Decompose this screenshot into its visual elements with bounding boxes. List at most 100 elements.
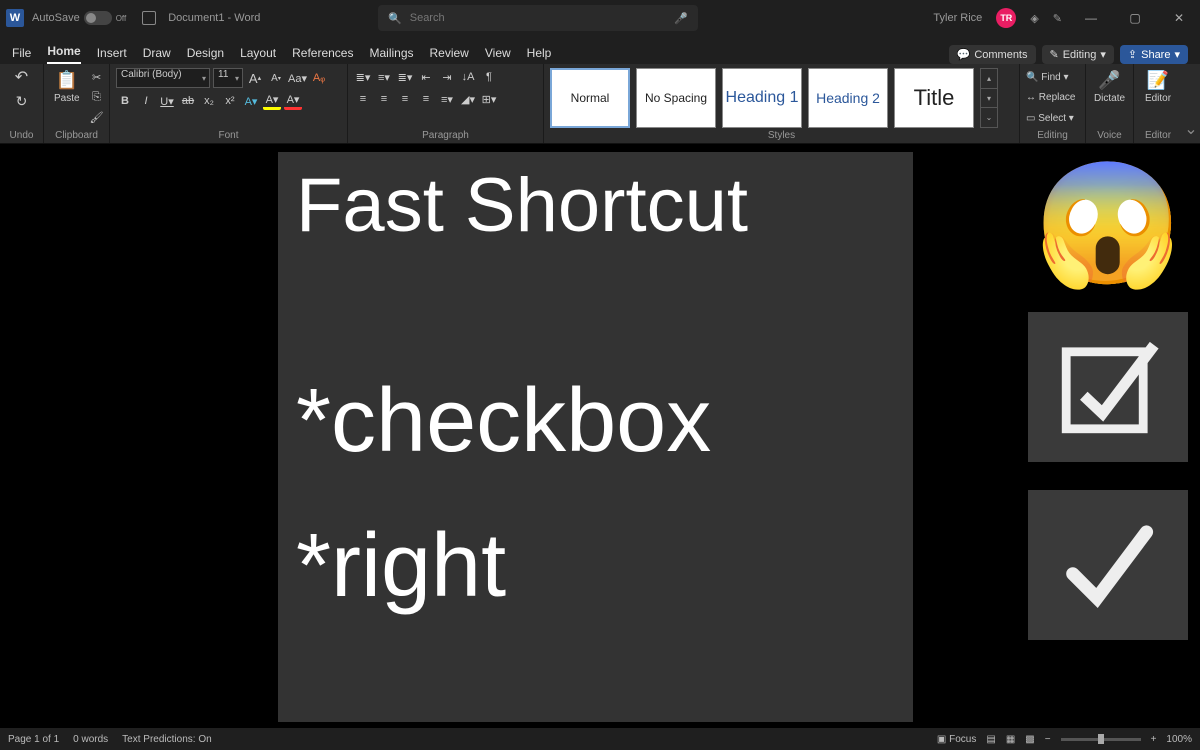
tab-references[interactable]: References: [292, 46, 353, 64]
undo-button[interactable]: ↶: [13, 68, 31, 86]
autosave-toggle[interactable]: AutoSave Off: [32, 11, 126, 25]
redo-button[interactable]: ↻: [13, 92, 31, 110]
tab-help[interactable]: Help: [527, 46, 552, 64]
close-button[interactable]: ✕: [1164, 11, 1194, 25]
zoom-slider[interactable]: [1061, 738, 1141, 741]
tab-home[interactable]: Home: [47, 44, 80, 64]
tab-review[interactable]: Review: [430, 46, 469, 64]
paste-button[interactable]: 📋 Paste: [50, 68, 84, 106]
numbering-button[interactable]: ≡▾: [375, 68, 393, 86]
highlight-button[interactable]: A▾: [263, 92, 281, 110]
bullets-button[interactable]: ≣▾: [354, 68, 372, 86]
superscript-button[interactable]: x²: [221, 92, 239, 110]
style-title[interactable]: Title: [894, 68, 974, 128]
tab-design[interactable]: Design: [187, 46, 224, 64]
style-no-spacing[interactable]: No Spacing: [636, 68, 716, 128]
strike-button[interactable]: ab: [179, 92, 197, 110]
zoom-out-button[interactable]: −: [1045, 734, 1051, 745]
view-read-button[interactable]: ▦: [1006, 734, 1015, 745]
style-heading1[interactable]: Heading 1: [722, 68, 802, 128]
document-page[interactable]: Fast Shortcut *checkbox *right: [278, 152, 913, 722]
ribbon: ↶ ↻ Undo 📋Paste ✂ ⎘ 🖌 Clipboard Calibri …: [0, 64, 1200, 144]
word-count[interactable]: 0 words: [73, 734, 108, 745]
tab-draw[interactable]: Draw: [143, 46, 171, 64]
tab-layout[interactable]: Layout: [240, 46, 276, 64]
clear-format-button[interactable]: Aᵩ: [310, 69, 328, 87]
align-right-button[interactable]: ≡: [396, 90, 414, 108]
search-input[interactable]: 🔍 Search 🎤: [378, 5, 698, 31]
style-normal[interactable]: Normal: [550, 68, 630, 128]
user-name[interactable]: Tyler Rice: [933, 12, 982, 24]
justify-button[interactable]: ≡: [417, 90, 435, 108]
editor-button[interactable]: 📝Editor: [1140, 68, 1176, 106]
autosave-label: AutoSave: [32, 12, 80, 24]
multilevel-button[interactable]: ≣▾: [396, 68, 414, 86]
bold-button[interactable]: B: [116, 92, 134, 110]
find-button[interactable]: 🔍 Find ▾: [1026, 72, 1079, 83]
focus-mode-button[interactable]: ▣ Focus: [937, 734, 976, 745]
voice-group-label: Voice: [1092, 128, 1127, 141]
shrink-font-button[interactable]: A▾: [267, 69, 285, 87]
zoom-level[interactable]: 100%: [1166, 734, 1192, 745]
copy-button[interactable]: ⎘: [88, 88, 106, 106]
increase-indent-button[interactable]: ⇥: [438, 68, 456, 86]
overlay-column: 😱: [1028, 164, 1188, 640]
minimize-button[interactable]: —: [1076, 11, 1106, 25]
subscript-button[interactable]: x₂: [200, 92, 218, 110]
font-color-button[interactable]: A▾: [284, 92, 302, 110]
paste-icon: 📋: [56, 70, 78, 91]
text-effects-button[interactable]: A▾: [242, 92, 260, 110]
cut-button[interactable]: ✂: [88, 68, 106, 86]
editing-mode-button[interactable]: ✎ Editing ▾: [1042, 45, 1114, 64]
share-label: Share: [1141, 49, 1170, 61]
pen-icon[interactable]: ✎: [1053, 12, 1062, 25]
comments-button[interactable]: 💬 Comments: [949, 45, 1036, 64]
focus-label: Focus: [949, 734, 976, 745]
checkbox-tile: [1028, 312, 1188, 462]
tab-file[interactable]: File: [12, 46, 31, 64]
sort-button[interactable]: ↓A: [459, 68, 477, 86]
view-print-button[interactable]: ▤: [986, 734, 995, 745]
document-area[interactable]: Fast Shortcut *checkbox *right 😱: [0, 144, 1200, 728]
view-web-button[interactable]: ▩: [1025, 734, 1034, 745]
italic-button[interactable]: I: [137, 92, 155, 110]
word-app-icon: W: [6, 9, 24, 27]
style-heading2[interactable]: Heading 2: [808, 68, 888, 128]
tab-insert[interactable]: Insert: [97, 46, 127, 64]
dictate-button[interactable]: 🎤Dictate: [1092, 68, 1127, 106]
align-center-button[interactable]: ≡: [375, 90, 393, 108]
tab-view[interactable]: View: [485, 46, 511, 64]
align-left-button[interactable]: ≡: [354, 90, 372, 108]
ribbon-collapse-button[interactable]: ⌄: [1182, 64, 1200, 143]
styles-scroll[interactable]: ▴▾⌄: [980, 68, 998, 128]
decrease-indent-button[interactable]: ⇤: [417, 68, 435, 86]
search-icon: 🔍: [388, 12, 402, 25]
replace-button[interactable]: ↔ Replace: [1026, 92, 1079, 103]
maximize-button[interactable]: ▢: [1120, 11, 1150, 25]
editor-group-label: Editor: [1140, 128, 1176, 141]
select-button[interactable]: ▭ Select ▾: [1026, 113, 1079, 124]
avatar[interactable]: TR: [996, 8, 1016, 28]
grow-font-button[interactable]: A▴: [246, 69, 264, 87]
show-marks-button[interactable]: ¶: [480, 68, 498, 86]
share-button[interactable]: ⇪ Share ▾: [1120, 45, 1188, 64]
page-status[interactable]: Page 1 of 1: [8, 734, 59, 745]
clipboard-group-label: Clipboard: [50, 128, 103, 141]
text-predictions[interactable]: Text Predictions: On: [122, 734, 211, 745]
mic-icon[interactable]: 🎤: [674, 12, 688, 25]
zoom-in-button[interactable]: +: [1151, 734, 1157, 745]
diamond-icon[interactable]: ◈: [1030, 12, 1038, 25]
format-painter-button[interactable]: 🖌: [88, 108, 106, 126]
underline-button[interactable]: U▾: [158, 92, 176, 110]
change-case-button[interactable]: Aa▾: [288, 69, 307, 87]
toggle-icon[interactable]: [84, 11, 112, 25]
line-spacing-button[interactable]: ≡▾: [438, 90, 456, 108]
save-icon[interactable]: [142, 11, 156, 25]
borders-button[interactable]: ⊞▾: [480, 90, 498, 108]
tab-mailings[interactable]: Mailings: [369, 46, 413, 64]
font-name-select[interactable]: Calibri (Body)▾: [116, 68, 210, 88]
paragraph-group-label: Paragraph: [354, 128, 537, 141]
font-size-select[interactable]: 11▾: [213, 68, 243, 88]
shading-button[interactable]: ◢▾: [459, 90, 477, 108]
paste-label: Paste: [54, 93, 80, 104]
